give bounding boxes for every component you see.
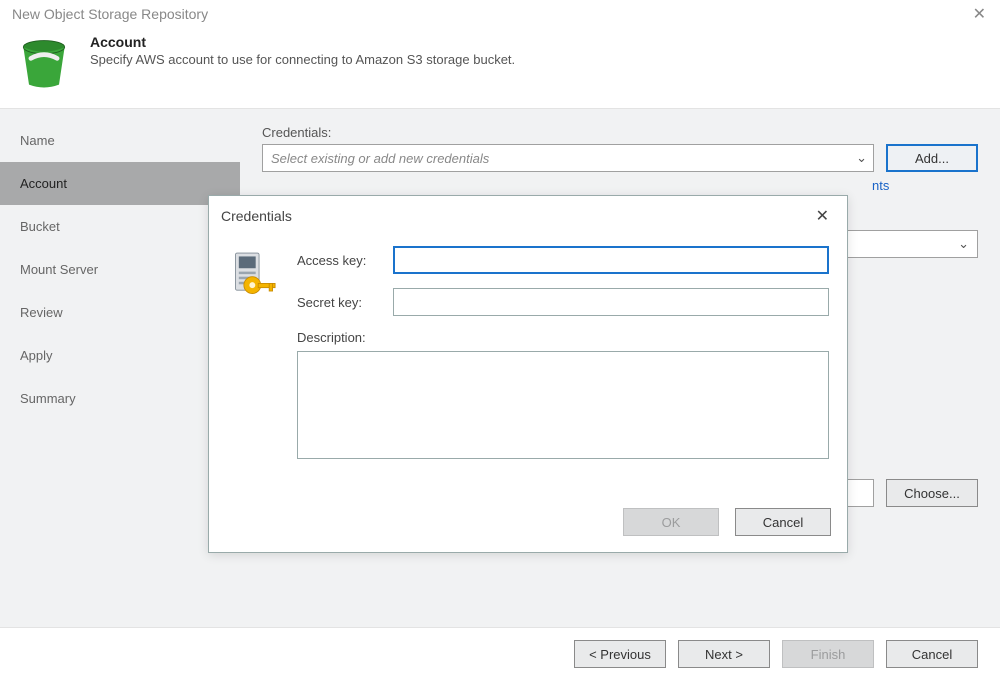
sidebar-item-summary[interactable]: Summary: [0, 377, 240, 420]
wizard-sidebar: Name Account Bucket Mount Server Review …: [0, 109, 240, 627]
page-subtitle: Specify AWS account to use for connectin…: [90, 52, 515, 67]
access-key-label: Access key:: [297, 253, 393, 268]
credentials-dropdown[interactable]: Select existing or add new credentials ⌄: [262, 144, 874, 172]
sidebar-item-mount-server[interactable]: Mount Server: [0, 248, 240, 291]
sidebar-item-review[interactable]: Review: [0, 291, 240, 334]
description-textarea[interactable]: [297, 351, 829, 459]
sidebar-item-apply[interactable]: Apply: [0, 334, 240, 377]
next-button[interactable]: Next >: [678, 640, 770, 668]
credentials-placeholder: Select existing or add new credentials: [271, 151, 489, 166]
titlebar: New Object Storage Repository ✕: [0, 0, 1000, 28]
sidebar-item-account[interactable]: Account: [0, 162, 240, 205]
dialog-cancel-button[interactable]: Cancel: [735, 508, 831, 536]
dialog-title: Credentials: [221, 208, 292, 224]
choose-button[interactable]: Choose...: [886, 479, 978, 507]
manage-accounts-link[interactable]: nts: [872, 178, 889, 193]
bucket-icon: [14, 34, 74, 94]
credentials-label: Credentials:: [262, 125, 978, 140]
close-icon[interactable]: ✕: [967, 4, 992, 24]
ok-button: OK: [623, 508, 719, 536]
server-key-icon: [227, 248, 281, 302]
page-title: Account: [90, 34, 515, 50]
add-button[interactable]: Add...: [886, 144, 978, 172]
sidebar-item-name[interactable]: Name: [0, 119, 240, 162]
close-icon[interactable]: ✕: [810, 206, 835, 226]
finish-button: Finish: [782, 640, 874, 668]
cancel-button[interactable]: Cancel: [886, 640, 978, 668]
secret-key-label: Secret key:: [297, 295, 393, 310]
chevron-down-icon: ⌄: [856, 150, 867, 166]
credentials-dialog: Credentials ✕ Access key: Secret k: [208, 195, 848, 553]
chevron-down-icon: ⌄: [958, 236, 969, 252]
secret-key-input[interactable]: [393, 288, 829, 316]
access-key-input[interactable]: [393, 246, 829, 274]
wizard-footer: < Previous Next > Finish Cancel: [0, 628, 1000, 680]
wizard-header: Account Specify AWS account to use for c…: [0, 28, 1000, 108]
previous-button[interactable]: < Previous: [574, 640, 666, 668]
sidebar-item-bucket[interactable]: Bucket: [0, 205, 240, 248]
window-title: New Object Storage Repository: [12, 6, 208, 22]
description-label: Description:: [297, 330, 393, 345]
